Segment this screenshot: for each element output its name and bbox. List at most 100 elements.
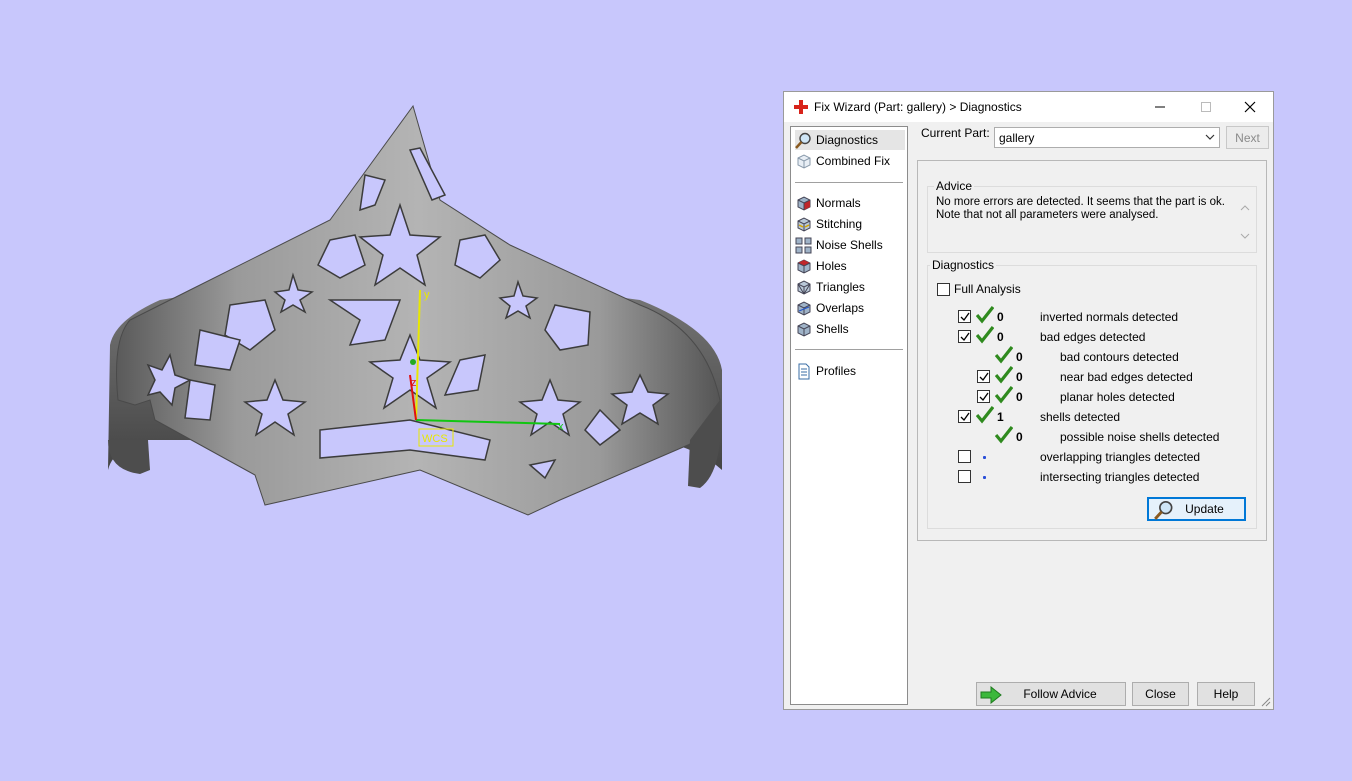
nav-label: Triangles — [816, 280, 865, 294]
help-button-label: Help — [1213, 687, 1239, 701]
minimize-button[interactable] — [1137, 92, 1183, 122]
not-analysed-dot-icon — [983, 476, 986, 479]
green-check-icon — [976, 306, 994, 324]
maximize-button[interactable] — [1183, 92, 1229, 122]
checkmark-icon — [960, 312, 970, 322]
current-part-select[interactable]: gallery — [994, 127, 1220, 148]
green-check-icon — [995, 366, 1013, 384]
not-analysed-dot-icon — [983, 456, 986, 459]
nav-label: Diagnostics — [816, 133, 879, 147]
full-analysis-checkbox[interactable] — [937, 283, 950, 296]
diag-checkbox[interactable] — [958, 410, 971, 423]
diag-count: 0 — [1016, 370, 1023, 384]
maximize-icon — [1201, 102, 1211, 112]
full-analysis-label: Full Analysis — [954, 282, 1021, 296]
nav-item-stitching[interactable]: Stitching — [795, 214, 905, 234]
stitching-cube-icon — [797, 216, 811, 232]
close-button-label: Close — [1145, 687, 1176, 701]
diag-text: intersecting triangles detected — [1040, 470, 1200, 484]
magnifier-icon — [1154, 500, 1173, 520]
wizard-nav: Diagnostics Combined Fix Normals Stitchi… — [790, 126, 908, 705]
chevron-down-icon — [1205, 134, 1215, 140]
nav-item-holes[interactable]: Holes — [795, 256, 905, 276]
advice-text: No more errors are detected. It seems th… — [936, 196, 1225, 221]
diag-count: 0 — [997, 330, 1004, 344]
advice-title: Advice — [934, 179, 975, 193]
follow-advice-button[interactable]: Follow Advice — [976, 682, 1126, 706]
nav-label: Stitching — [816, 217, 863, 231]
checkmark-icon — [960, 332, 970, 342]
tiara-model: y x z WCS — [108, 104, 722, 516]
diag-checkbox[interactable] — [977, 370, 990, 383]
current-part-label: Current Part: — [921, 126, 990, 140]
follow-advice-label: Follow Advice — [1023, 687, 1097, 701]
nav-separator — [795, 182, 903, 183]
z-axis-label: z — [411, 377, 417, 389]
checkmark-icon — [979, 372, 989, 382]
checkmark-icon — [960, 412, 970, 422]
holes-cube-icon — [797, 258, 811, 274]
diag-checkbox[interactable] — [958, 470, 971, 483]
diag-text: overlapping triangles detected — [1040, 450, 1201, 464]
diag-text: bad edges detected — [1040, 330, 1146, 344]
window-title: Fix Wizard (Part: gallery) > Diagnostics — [814, 100, 1022, 114]
title-bar[interactable]: Fix Wizard (Part: gallery) > Diagnostics — [784, 92, 1273, 122]
green-check-icon — [976, 406, 994, 424]
y-axis-label: y — [424, 289, 430, 301]
diag-count: 0 — [1016, 430, 1023, 444]
triangles-cube-icon — [797, 279, 811, 295]
green-check-icon — [995, 346, 1013, 364]
nav-item-diagnostics[interactable]: Diagnostics — [795, 130, 905, 150]
nav-item-shells[interactable]: Shells — [795, 319, 905, 339]
diag-count: 0 — [1016, 390, 1023, 404]
diag-text: possible noise shells detected — [1060, 430, 1220, 444]
diagnostics-panel: Advice No more errors are detected. It s… — [917, 160, 1267, 541]
green-check-icon — [995, 386, 1013, 404]
diag-text: inverted normals detected — [1040, 310, 1179, 324]
next-button[interactable]: Next — [1226, 126, 1269, 149]
x-axis-label: x — [558, 421, 564, 433]
close-button[interactable]: Close — [1132, 682, 1189, 706]
diag-text: shells detected — [1040, 410, 1121, 424]
red-cross-icon — [794, 100, 808, 114]
3d-viewport[interactable]: y x z WCS — [0, 0, 770, 778]
overlaps-cube-icon — [797, 300, 811, 316]
help-button[interactable]: Help — [1197, 682, 1255, 706]
nav-item-noise-shells[interactable]: Noise Shells — [795, 235, 905, 255]
cube-outline-icon — [797, 153, 811, 169]
diag-count: 0 — [1016, 350, 1023, 364]
shells-cube-icon — [797, 321, 811, 337]
diag-checkbox[interactable] — [958, 450, 971, 463]
nav-separator — [795, 349, 903, 350]
nav-item-profiles[interactable]: Profiles — [795, 361, 905, 381]
diagnostics-title: Diagnostics — [930, 258, 997, 272]
nav-item-triangles[interactable]: Triangles — [795, 277, 905, 297]
update-button-label: Update — [1185, 502, 1224, 516]
nav-item-overlaps[interactable]: Overlaps — [795, 298, 905, 318]
green-check-icon — [995, 426, 1013, 444]
close-window-button[interactable] — [1227, 92, 1273, 122]
update-button[interactable]: Update — [1147, 497, 1246, 521]
fix-wizard-dialog: Fix Wizard (Part: gallery) > Diagnostics… — [783, 91, 1274, 710]
green-arrow-icon — [980, 686, 1002, 704]
magnifier-icon — [795, 132, 811, 149]
resize-grip-icon[interactable] — [1261, 697, 1271, 707]
document-icon — [798, 363, 810, 379]
advice-group: Advice No more errors are detected. It s… — [927, 179, 1257, 253]
wcs-label: WCS — [422, 433, 448, 445]
green-check-icon — [976, 326, 994, 344]
diag-checkbox[interactable] — [958, 330, 971, 343]
next-button-label: Next — [1235, 130, 1260, 145]
nav-label: Normals — [816, 196, 861, 210]
nav-label: Combined Fix — [816, 154, 891, 168]
diagnostics-group: Diagnostics Full Analysis 0 inverted nor… — [927, 258, 1257, 529]
scroll-up-icon[interactable] — [1240, 203, 1250, 213]
nav-item-normals[interactable]: Normals — [795, 193, 905, 213]
diag-checkbox[interactable] — [977, 390, 990, 403]
diag-checkbox[interactable] — [958, 310, 971, 323]
nav-label: Overlaps — [816, 301, 865, 315]
nav-label: Shells — [816, 322, 849, 336]
normals-cube-icon — [797, 195, 811, 211]
scroll-down-icon[interactable] — [1240, 231, 1250, 241]
nav-item-combined-fix[interactable]: Combined Fix — [795, 151, 905, 171]
